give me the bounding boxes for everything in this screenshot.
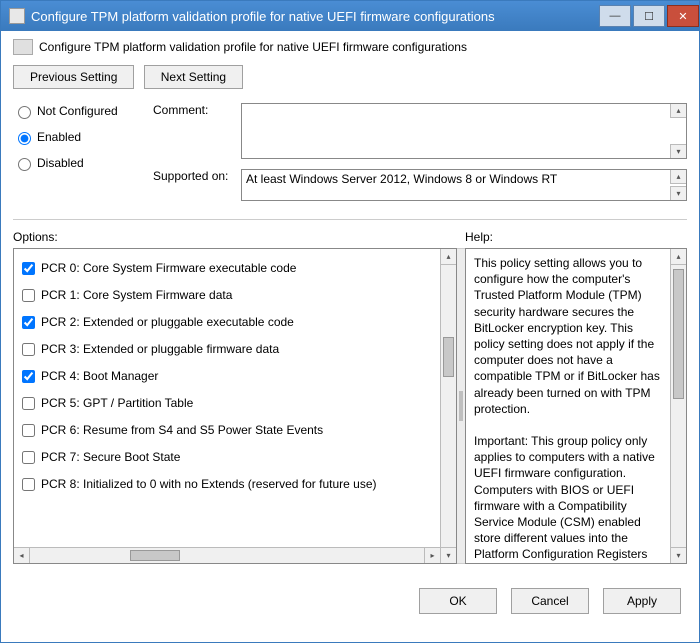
- options-label: Options:: [13, 230, 465, 244]
- radio-not-configured-input[interactable]: [18, 106, 31, 119]
- next-setting-button[interactable]: Next Setting: [144, 65, 243, 89]
- window-title: Configure TPM platform validation profil…: [31, 9, 599, 24]
- option-row-pcr3[interactable]: PCR 3: Extended or pluggable firmware da…: [18, 336, 436, 363]
- option-checkbox-pcr1[interactable]: [22, 289, 35, 302]
- supported-scroll-down[interactable]: ▾: [670, 186, 686, 200]
- app-icon: [9, 8, 25, 24]
- comment-textarea[interactable]: ▴ ▾: [241, 103, 687, 159]
- vscroll-track[interactable]: [441, 265, 456, 547]
- supported-label: Supported on:: [153, 169, 241, 201]
- option-label-pcr4: PCR 4: Boot Manager: [41, 369, 158, 384]
- supported-value: At least Windows Server 2012, Windows 8 …: [246, 172, 557, 186]
- option-label-pcr1: PCR 1: Core System Firmware data: [41, 288, 232, 303]
- option-row-pcr1[interactable]: PCR 1: Core System Firmware data: [18, 282, 436, 309]
- option-label-pcr5: PCR 5: GPT / Partition Table: [41, 396, 193, 411]
- option-label-pcr7: PCR 7: Secure Boot State: [41, 450, 180, 465]
- option-row-pcr0[interactable]: PCR 0: Core System Firmware executable c…: [18, 255, 436, 282]
- option-checkbox-pcr4[interactable]: [22, 370, 35, 383]
- option-row-pcr5[interactable]: PCR 5: GPT / Partition Table: [18, 390, 436, 417]
- comment-scroll-down[interactable]: ▾: [670, 144, 686, 158]
- ok-button[interactable]: OK: [419, 588, 497, 614]
- option-row-pcr8[interactable]: PCR 8: Initialized to 0 with no Extends …: [18, 471, 436, 498]
- option-checkbox-pcr6[interactable]: [22, 424, 35, 437]
- subtitle-text: Configure TPM platform validation profil…: [39, 40, 467, 54]
- hscroll-left[interactable]: ◂: [14, 548, 30, 563]
- apply-button[interactable]: Apply: [603, 588, 681, 614]
- subtitle-row: Configure TPM platform validation profil…: [13, 39, 687, 55]
- option-checkbox-pcr3[interactable]: [22, 343, 35, 356]
- help-vscroll-track[interactable]: [671, 265, 686, 547]
- comment-label: Comment:: [153, 103, 241, 159]
- radio-disabled-label: Disabled: [37, 156, 84, 170]
- help-vscroll-down[interactable]: ▾: [671, 547, 686, 563]
- previous-setting-button[interactable]: Previous Setting: [13, 65, 134, 89]
- cancel-button[interactable]: Cancel: [511, 588, 589, 614]
- title-bar: Configure TPM platform validation profil…: [1, 1, 699, 31]
- option-checkbox-pcr0[interactable]: [22, 262, 35, 275]
- radio-not-configured-label: Not Configured: [37, 104, 118, 118]
- option-row-pcr2[interactable]: PCR 2: Extended or pluggable executable …: [18, 309, 436, 336]
- option-row-pcr7[interactable]: PCR 7: Secure Boot State: [18, 444, 436, 471]
- option-row-pcr6[interactable]: PCR 6: Resume from S4 and S5 Power State…: [18, 417, 436, 444]
- help-vscroll-thumb[interactable]: [673, 269, 684, 399]
- help-panel: This policy setting allows you to config…: [465, 248, 687, 564]
- vscroll-thumb[interactable]: [443, 337, 454, 377]
- option-label-pcr2: PCR 2: Extended or pluggable executable …: [41, 315, 294, 330]
- radio-enabled-input[interactable]: [18, 132, 31, 145]
- hscroll-track[interactable]: [30, 548, 424, 563]
- option-checkbox-pcr2[interactable]: [22, 316, 35, 329]
- help-label: Help:: [465, 230, 493, 244]
- supported-textarea: At least Windows Server 2012, Windows 8 …: [241, 169, 687, 201]
- help-text[interactable]: This policy setting allows you to config…: [466, 249, 670, 563]
- option-label-pcr6: PCR 6: Resume from S4 and S5 Power State…: [41, 423, 323, 438]
- policy-icon: [13, 39, 33, 55]
- minimize-button[interactable]: —: [599, 5, 631, 27]
- options-vscrollbar[interactable]: ▴ ▾: [440, 249, 456, 563]
- option-label-pcr8: PCR 8: Initialized to 0 with no Extends …: [41, 477, 377, 492]
- option-label-pcr3: PCR 3: Extended or pluggable firmware da…: [41, 342, 279, 357]
- option-checkbox-pcr7[interactable]: [22, 451, 35, 464]
- supported-scroll-up[interactable]: ▴: [670, 170, 686, 184]
- splitter[interactable]: [457, 248, 465, 564]
- options-hscrollbar[interactable]: ◂ ▸: [14, 547, 440, 563]
- divider: [13, 219, 687, 220]
- option-checkbox-pcr5[interactable]: [22, 397, 35, 410]
- hscroll-right[interactable]: ▸: [424, 548, 440, 563]
- option-label-pcr0: PCR 0: Core System Firmware executable c…: [41, 261, 296, 276]
- radio-enabled[interactable]: Enabled: [13, 129, 153, 145]
- options-panel: PCR 0: Core System Firmware executable c…: [13, 248, 457, 564]
- radio-disabled-input[interactable]: [18, 158, 31, 171]
- radio-enabled-label: Enabled: [37, 130, 81, 144]
- help-vscrollbar[interactable]: ▴ ▾: [670, 249, 686, 563]
- maximize-button[interactable]: ☐: [633, 5, 665, 27]
- radio-not-configured[interactable]: Not Configured: [13, 103, 153, 119]
- vscroll-down[interactable]: ▾: [441, 547, 456, 563]
- comment-scroll-up[interactable]: ▴: [670, 104, 686, 118]
- help-vscroll-up[interactable]: ▴: [671, 249, 686, 265]
- option-checkbox-pcr8[interactable]: [22, 478, 35, 491]
- hscroll-thumb[interactable]: [130, 550, 180, 561]
- option-row-pcr4[interactable]: PCR 4: Boot Manager: [18, 363, 436, 390]
- footer: OK Cancel Apply: [1, 576, 699, 626]
- radio-disabled[interactable]: Disabled: [13, 155, 153, 171]
- vscroll-up[interactable]: ▴: [441, 249, 456, 265]
- close-button[interactable]: ✕: [667, 5, 699, 27]
